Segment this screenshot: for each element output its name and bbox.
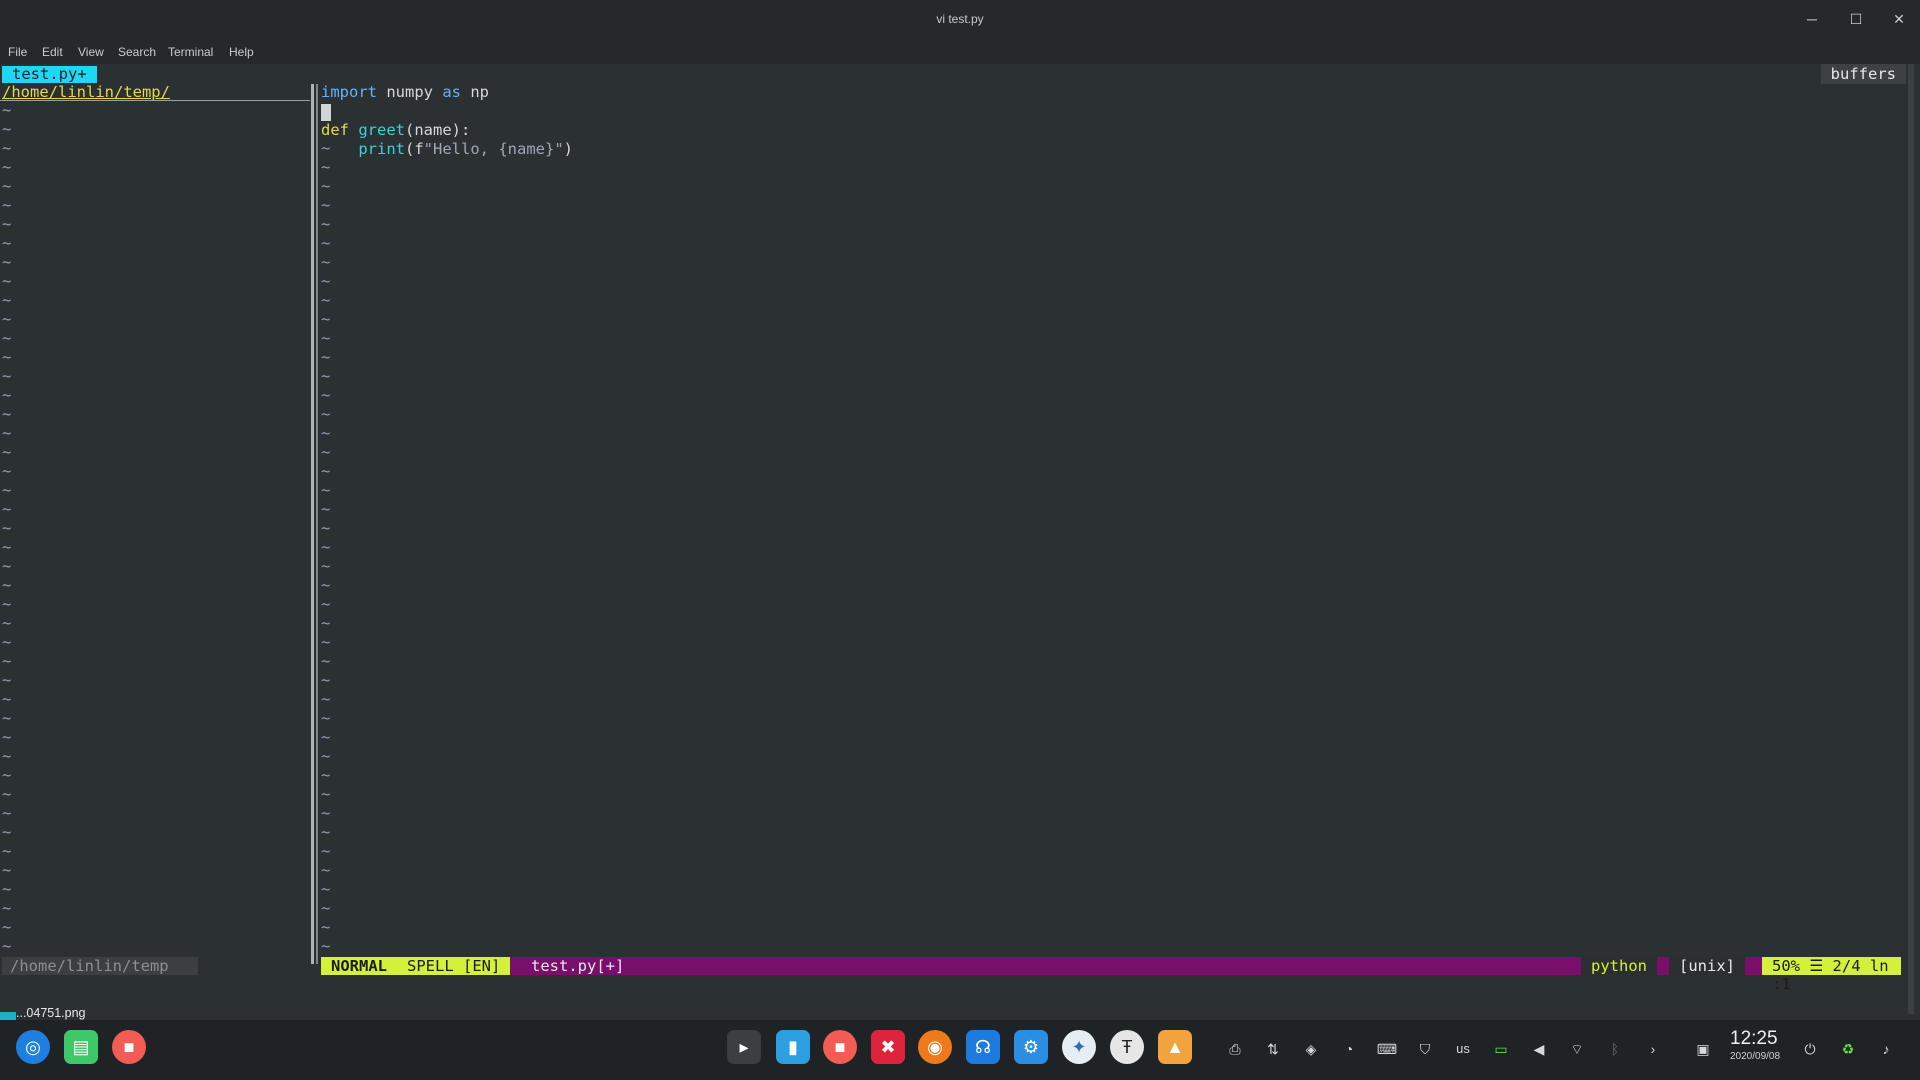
- editor-buffer[interactable]: import numpy as np def greet(name): prin…: [321, 83, 573, 159]
- battery-icon[interactable]: ▭: [1490, 1038, 1512, 1060]
- code-line-3: def greet(name):: [321, 121, 471, 139]
- clock-date[interactable]: 2020/09/08: [1730, 1051, 1780, 1062]
- editor-empty-lines: ~ ~ ~ ~ ~ ~ ~ ~ ~ ~ ~ ~ ~ ~ ~ ~ ~ ~ ~ ~ …: [321, 139, 331, 955]
- network-activity-icon[interactable]: ◔: [1338, 1038, 1360, 1060]
- menu-search[interactable]: Search: [118, 45, 156, 59]
- wifi-icon[interactable]: ⌔: [1566, 1038, 1588, 1060]
- tree-empty-lines: ~ ~ ~ ~ ~ ~ ~ ~ ~ ~ ~ ~ ~ ~ ~ ~ ~ ~ ~ ~ …: [2, 101, 12, 955]
- trash-icon[interactable]: ♻: [1837, 1038, 1859, 1060]
- buffers-label: buffers: [1820, 64, 1906, 84]
- multitask-icon[interactable]: ▤: [64, 1030, 98, 1064]
- printer-icon[interactable]: ⎙: [1224, 1038, 1246, 1060]
- notification-bell-icon[interactable]: ♪: [1875, 1038, 1897, 1060]
- maximize-icon[interactable]: ☐: [1847, 10, 1865, 28]
- volume-icon[interactable]: ◀: [1528, 1038, 1550, 1060]
- window-titlebar: vi test.py ─ ☐ ✕: [0, 0, 1920, 38]
- recorder-app-icon[interactable]: ■: [823, 1030, 857, 1064]
- keyboard-icon[interactable]: ⌨: [1376, 1038, 1398, 1060]
- editor-statusline: NORMAL SPELL [EN] test.py[+] python [unix…: [321, 957, 1901, 993]
- screen-recorder-icon[interactable]: ■: [112, 1030, 146, 1064]
- menu-terminal[interactable]: Terminal: [168, 45, 213, 59]
- expand-tray-icon[interactable]: ›: [1642, 1038, 1664, 1060]
- taskbar: [0, 1020, 1920, 1080]
- menu-edit[interactable]: Edit: [42, 45, 63, 59]
- window-split-line: [316, 84, 318, 964]
- menu-bar: File Edit View Search Terminal Help: [0, 38, 1920, 64]
- shield-icon[interactable]: ⛉: [1414, 1038, 1436, 1060]
- image-viewer-icon[interactable]: ▲: [1158, 1030, 1192, 1064]
- mode-indicator: NORMAL SPELL [EN]: [321, 957, 511, 975]
- file-preview-label: ...04751.png: [16, 1006, 86, 1020]
- close-icon[interactable]: ✕: [1890, 10, 1908, 28]
- window-split-bar[interactable]: [311, 84, 314, 964]
- code-line-4: print(f"Hello, {name}"): [358, 140, 573, 158]
- file-manager-icon[interactable]: ▮: [776, 1030, 810, 1064]
- settings-app-icon[interactable]: ⚙: [1014, 1030, 1048, 1064]
- app-store-icon[interactable]: ✦: [1062, 1030, 1096, 1064]
- xmind-icon[interactable]: ✖: [871, 1030, 905, 1064]
- status-position: 50% ☰ 2/4 ln :1: [1762, 957, 1901, 993]
- menu-help[interactable]: Help: [229, 45, 254, 59]
- spell-indicator: SPELL [EN]: [407, 957, 501, 975]
- code-line-1: import numpy as np: [321, 83, 489, 101]
- firefox-icon[interactable]: ◉: [918, 1030, 952, 1064]
- tab-test-py[interactable]: test.py+: [2, 66, 97, 83]
- text-cursor: [321, 104, 331, 121]
- typora-icon[interactable]: Ŧ: [1110, 1030, 1144, 1064]
- terminal-app-icon[interactable]: ▸: [727, 1030, 761, 1064]
- status-filetype: python: [1581, 957, 1657, 975]
- input-method-icon[interactable]: ⇅: [1262, 1038, 1284, 1060]
- menu-view[interactable]: View: [78, 45, 104, 59]
- terminal-area[interactable]: test.py+ buffers /home/linlin/temp/ ~ ~ …: [0, 64, 1920, 1014]
- status-filename: test.py[+]: [531, 957, 625, 975]
- minimize-icon[interactable]: ─: [1803, 10, 1821, 28]
- power-icon[interactable]: ⏻: [1799, 1038, 1821, 1060]
- notification-window-icon[interactable]: ▣: [1692, 1038, 1714, 1060]
- status-fileformat: [unix]: [1669, 957, 1745, 975]
- launcher-icon[interactable]: ◎: [16, 1030, 50, 1064]
- terminal-scrollbar[interactable]: [1908, 64, 1914, 1014]
- bluetooth-icon[interactable]: ᛒ: [1604, 1038, 1626, 1060]
- file-tree-divider: [0, 100, 310, 101]
- window-title: vi test.py: [936, 12, 984, 26]
- dropbox-icon[interactable]: ◈: [1300, 1038, 1322, 1060]
- clock-time[interactable]: 12:25: [1730, 1028, 1778, 1050]
- feeds-icon[interactable]: ☊: [966, 1030, 1000, 1064]
- tree-statusline: /home/linlin/temp: [2, 957, 198, 975]
- menu-file[interactable]: File: [8, 45, 27, 59]
- keyboard-layout[interactable]: us: [1452, 1038, 1474, 1060]
- file-tree-root[interactable]: /home/linlin/temp/: [2, 83, 170, 101]
